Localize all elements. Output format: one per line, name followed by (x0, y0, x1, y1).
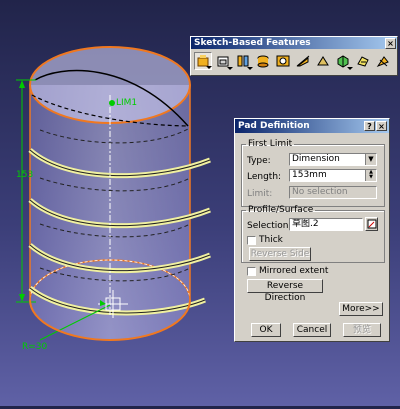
sketch-based-features-toolbar: Sketch-Based Features × (190, 36, 398, 76)
type-value: Dimension (292, 154, 340, 164)
toolbar-title[interactable]: Sketch-Based Features × (191, 37, 397, 49)
close-button[interactable]: × (376, 121, 387, 131)
profile-surface-legend: Profile/Surface (248, 205, 314, 215)
drafted-pad-button[interactable] (214, 52, 233, 70)
pad-definition-dialog: Pad Definition ? × First Limit Type: Dim… (234, 118, 390, 342)
thick-label: Thick (259, 235, 283, 245)
mirrored-extent-checkbox[interactable] (247, 267, 256, 276)
more-button[interactable]: More>> (339, 302, 383, 316)
toolbar-close-button[interactable]: × (385, 38, 396, 49)
remove-multi-section-icon (357, 56, 369, 67)
shaft-button[interactable] (254, 52, 272, 70)
rib-button[interactable] (294, 52, 312, 70)
limit-field[interactable]: No selection (289, 186, 377, 199)
limit-point-label[interactable]: LIM1 (116, 98, 137, 108)
sketch-button[interactable] (365, 217, 378, 231)
length-dimension-label[interactable]: 153 (16, 170, 33, 180)
pad-button[interactable] (194, 52, 212, 70)
selection-label: Selection: (247, 221, 292, 231)
length-field[interactable]: 153mm ▲ ▼ (289, 169, 377, 182)
dialog-title-bar[interactable]: Pad Definition ? × (235, 119, 389, 133)
solid-combine-icon (376, 56, 389, 68)
reverse-direction-button[interactable]: Reverse Direction (247, 279, 323, 303)
help-button[interactable]: ? (364, 121, 375, 131)
pocket-button[interactable] (234, 52, 253, 70)
rib-icon (296, 55, 310, 67)
ok-button[interactable]: OK (251, 323, 281, 337)
chevron-down-icon[interactable]: ▼ (365, 154, 376, 165)
shaft-icon (257, 55, 269, 68)
selection-field[interactable]: 草图.2 (289, 218, 363, 231)
cancel-button[interactable]: Cancel (293, 323, 331, 337)
reverse-side-button[interactable]: Reverse Side (249, 247, 311, 261)
toolbar-title-text: Sketch-Based Features (194, 38, 311, 48)
stiffener-icon (317, 56, 329, 66)
sketcher-icon (367, 219, 376, 229)
pocket-icon (237, 55, 249, 67)
solid-combine-button[interactable] (374, 52, 392, 70)
remove-multi-section-button[interactable] (354, 52, 372, 70)
dialog-title: Pad Definition (238, 121, 310, 131)
type-label: Type: (247, 156, 271, 166)
mirrored-extent-label: Mirrored extent (259, 266, 329, 276)
limit-label: Limit: (247, 189, 273, 199)
hole-icon (276, 55, 290, 67)
multi-section-button[interactable] (334, 52, 353, 70)
length-value: 153mm (292, 170, 327, 180)
multi-section-icon (337, 55, 349, 68)
type-combo[interactable]: Dimension ▼ (289, 153, 377, 166)
preview-button[interactable]: 预览 (343, 323, 381, 337)
length-label: Length: (247, 172, 282, 182)
radius-label[interactable]: R=30 (22, 342, 47, 352)
length-spinner[interactable]: ▲ ▼ (365, 170, 376, 181)
drafted-pad-icon (217, 56, 229, 67)
thick-checkbox[interactable] (247, 236, 256, 245)
stiffener-button[interactable] (314, 52, 332, 70)
hole-button[interactable] (274, 52, 292, 70)
first-limit-legend: First Limit (248, 139, 293, 149)
